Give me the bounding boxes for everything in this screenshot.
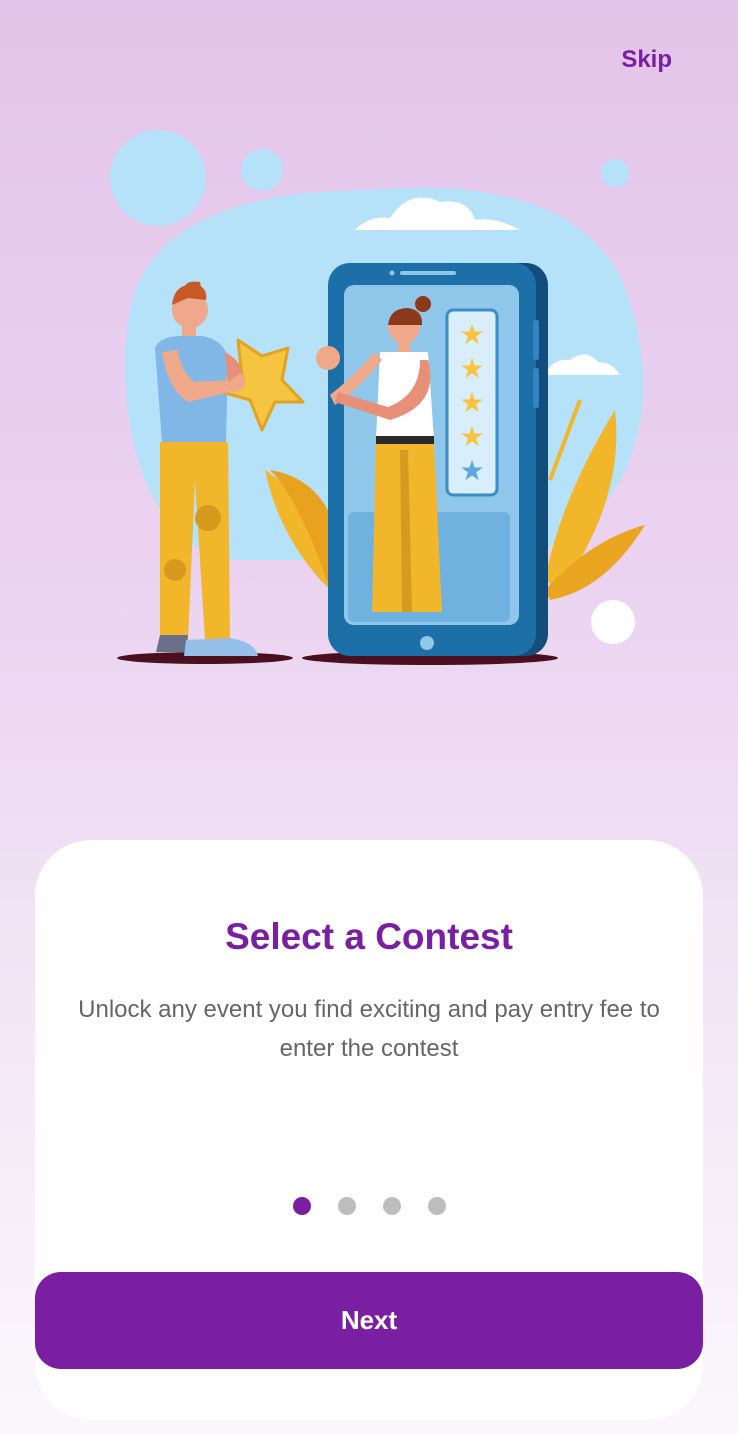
phone-speaker bbox=[400, 271, 456, 275]
phone-camera bbox=[389, 270, 395, 276]
bubble-decoration bbox=[591, 600, 635, 644]
svg-text:★: ★ bbox=[459, 352, 484, 385]
page-dot-3[interactable] bbox=[382, 1197, 401, 1215]
star-rating-icon: ★ ★ ★ ★ ★ bbox=[459, 318, 484, 487]
bubble-decoration bbox=[110, 130, 206, 226]
bubble-decoration bbox=[601, 159, 629, 187]
svg-text:★: ★ bbox=[459, 318, 484, 351]
page-dot-4[interactable] bbox=[427, 1197, 446, 1215]
phone-side-button bbox=[533, 320, 539, 360]
onboarding-title: Select a Contest bbox=[225, 916, 513, 957]
bubble-decoration bbox=[241, 149, 283, 191]
page-dot-1[interactable] bbox=[292, 1197, 311, 1215]
onboarding-description: Unlock any event you find exciting and p… bbox=[78, 996, 660, 1062]
skip-button[interactable]: Skip bbox=[621, 46, 672, 74]
svg-text:★: ★ bbox=[459, 420, 484, 453]
phone-side-button bbox=[533, 368, 539, 408]
next-button[interactable]: Next bbox=[35, 1272, 703, 1369]
onboarding-illustration: ★ ★ ★ ★ ★ bbox=[110, 130, 645, 665]
phone-home-button bbox=[420, 636, 434, 650]
page-indicator bbox=[35, 1197, 703, 1215]
page-dot-2[interactable] bbox=[337, 1197, 356, 1215]
svg-text:★: ★ bbox=[459, 386, 484, 419]
svg-text:★: ★ bbox=[459, 454, 484, 487]
